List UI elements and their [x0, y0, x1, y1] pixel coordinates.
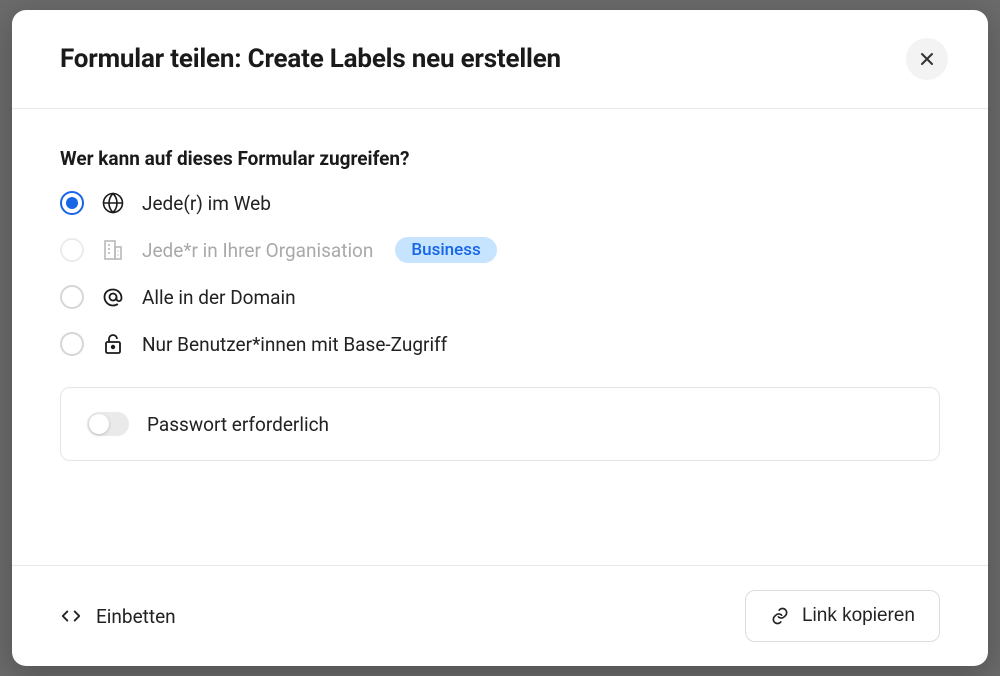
close-icon — [918, 50, 936, 68]
globe-icon — [100, 190, 126, 216]
password-label: Passwort erforderlich — [147, 413, 329, 436]
embed-button[interactable]: Einbetten — [60, 605, 176, 628]
option-base-access[interactable]: Nur Benutzer*innen mit Base-Zugriff — [60, 331, 940, 357]
modal-header: Formular teilen: Create Labels neu erste… — [12, 10, 988, 109]
option-label: Jede(r) im Web — [142, 192, 271, 215]
password-required-box: Passwort erforderlich — [60, 387, 940, 461]
option-organization[interactable]: Jede*r in Ihrer Organisation Business — [60, 237, 940, 263]
copy-link-label: Link kopieren — [802, 605, 915, 627]
close-button[interactable] — [906, 38, 948, 80]
option-domain[interactable]: Alle in der Domain — [60, 284, 940, 310]
embed-label: Einbetten — [96, 605, 176, 628]
share-modal: Formular teilen: Create Labels neu erste… — [12, 10, 988, 666]
modal-title: Formular teilen: Create Labels neu erste… — [60, 44, 561, 74]
at-sign-icon — [100, 284, 126, 310]
option-anyone-web[interactable]: Jede(r) im Web — [60, 190, 940, 216]
building-icon — [100, 237, 126, 263]
radio-input[interactable] — [60, 285, 84, 309]
option-label: Alle in der Domain — [142, 286, 296, 309]
radio-input[interactable] — [60, 238, 84, 262]
link-icon — [770, 606, 790, 626]
option-label: Jede*r in Ihrer Organisation — [142, 239, 373, 262]
lock-icon — [100, 331, 126, 357]
copy-link-button[interactable]: Link kopieren — [745, 590, 940, 642]
password-toggle[interactable] — [87, 412, 129, 436]
access-options: Jede(r) im Web Jede*r in Ihrer Organisat… — [60, 190, 940, 357]
embed-icon — [60, 605, 82, 627]
access-heading: Wer kann auf dieses Formular zugreifen? — [60, 147, 940, 170]
radio-input[interactable] — [60, 191, 84, 215]
modal-body: Wer kann auf dieses Formular zugreifen? … — [12, 109, 988, 565]
option-label: Nur Benutzer*innen mit Base-Zugriff — [142, 333, 447, 356]
radio-input[interactable] — [60, 332, 84, 356]
modal-footer: Einbetten Link kopieren — [12, 565, 988, 666]
business-badge: Business — [395, 237, 496, 263]
